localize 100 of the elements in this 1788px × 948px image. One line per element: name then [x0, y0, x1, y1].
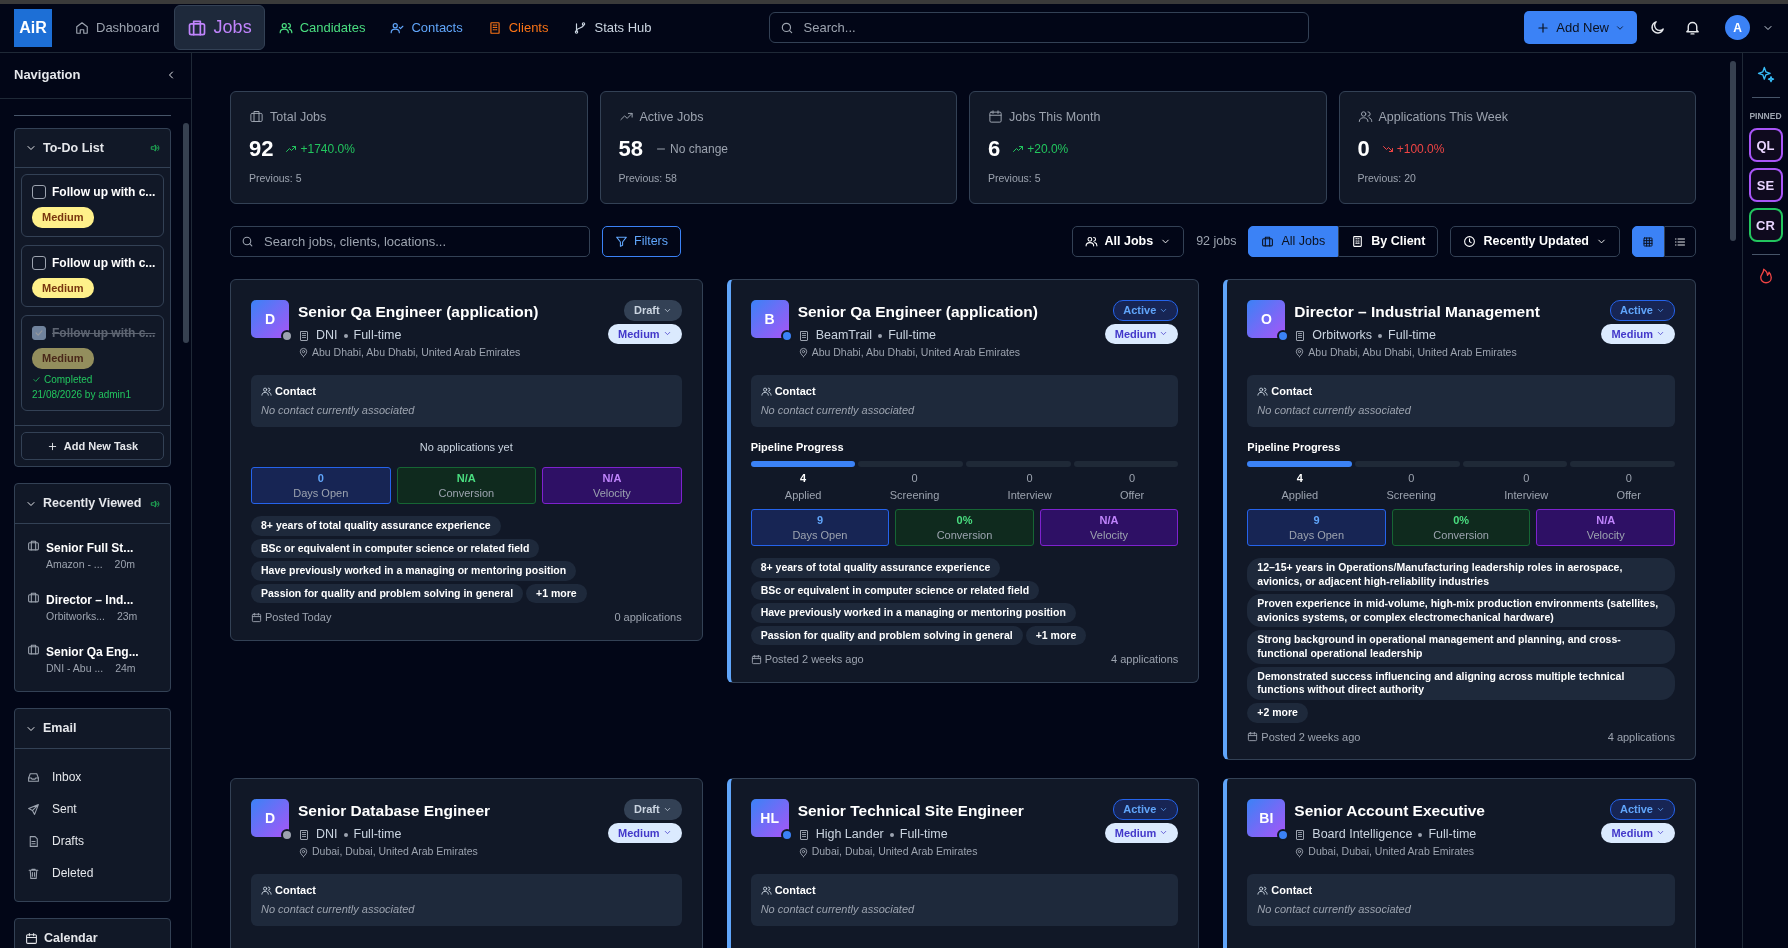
job-card[interactable]: D Senior Database Engineer DNI Full-time Dubai, Dubai, United Arab Emirates Draft Medium Contact No contact currently associated — [230, 778, 703, 948]
requirement-tag: 12–15+ years in Operations/Manufacturing leadership roles in aerospace, avionics, or adjacent high-reliability industries — [1247, 557, 1675, 592]
job-card[interactable]: HL Senior Technical Site Engineer High Lander Full-time Dubai, Dubai, United Arab Emirates Active Medium Contact No contact currently associated — [726, 778, 1200, 948]
logo[interactable]: AiR — [14, 8, 52, 47]
job-search-input[interactable]: Search jobs, clients, locations... — [262, 230, 579, 253]
stage-label: Offer — [1615, 487, 1642, 503]
email-folder[interactable]: Sent — [27, 793, 158, 826]
recent-item[interactable]: Director – Ind... Orbitworks... 23m — [27, 581, 158, 634]
email-folder[interactable]: Deleted — [27, 857, 158, 890]
priority-dropdown[interactable]: Medium — [1601, 822, 1675, 844]
pinned-item[interactable]: CR — [1748, 208, 1783, 243]
nav-tab[interactable]: Candidates — [267, 9, 377, 47]
users-icon — [1084, 235, 1098, 249]
task-card[interactable]: Follow up with c... Medium — [21, 174, 164, 237]
job-count: 92 jobs — [1196, 233, 1237, 251]
job-title[interactable]: Senior Account Executive — [1294, 799, 1596, 823]
pinned-item[interactable]: SE — [1748, 168, 1783, 203]
email-folder[interactable]: Drafts — [27, 825, 158, 858]
job-location: Abu Dhabi, Abu Dhabi, United Arab Emirates — [1308, 345, 1517, 361]
panel-title[interactable]: Recently Viewed — [43, 494, 142, 514]
grouping-tab[interactable]: By Client — [1338, 226, 1439, 258]
recent-item[interactable]: Senior Qa Eng... DNI - Abu ... 24m — [27, 633, 158, 686]
job-card[interactable]: BI Senior Account Executive Board Intelligence Full-time Dubai, Dubai, United Arab Emirates Active Medium Contact No contact currently associated — [1223, 778, 1696, 948]
recent-item[interactable]: Senior Full St... Amazon - ... 20m — [27, 530, 158, 582]
requirement-tag: BSc or equivalent in computer science or related field — [251, 538, 540, 559]
job-card[interactable] — [1223, 279, 1696, 761]
status-dropdown[interactable]: Active — [1609, 300, 1675, 321]
more-tag[interactable]: +1 more — [526, 583, 587, 604]
task-card[interactable]: Follow up with c... Medium — [21, 244, 164, 308]
nav-tab[interactable]: Dashboard — [64, 9, 171, 47]
checkbox[interactable] — [32, 185, 46, 200]
stage-label: Interview — [1503, 487, 1550, 503]
search-input[interactable]: Search... — [801, 17, 1298, 39]
ai-assistant-button[interactable] — [1755, 64, 1776, 85]
sort-dropdown[interactable]: Recently Updated — [1450, 226, 1620, 258]
view-toggle[interactable] — [1664, 226, 1696, 258]
panel-title[interactable]: Email — [43, 719, 77, 739]
status-dropdown[interactable]: Draft — [624, 300, 682, 321]
panel-title[interactable]: To-Do List — [43, 138, 104, 158]
speaker-icon — [150, 498, 160, 509]
job-title[interactable]: Senior Qa Engineer (application) — [797, 300, 1099, 324]
status-dot — [281, 330, 293, 343]
job-card[interactable] — [726, 279, 1200, 683]
add-new-button[interactable]: Add New — [1524, 11, 1637, 45]
user-avatar[interactable]: A — [1725, 15, 1750, 41]
company-name: DNI — [316, 327, 338, 345]
owner-dropdown[interactable]: All Jobs — [1071, 226, 1185, 258]
company-avatar: O — [1247, 300, 1286, 339]
priority-dropdown[interactable]: Medium — [1104, 822, 1179, 844]
metric-label: Velocity — [1089, 527, 1129, 542]
priority-dropdown[interactable]: Medium — [608, 822, 682, 844]
priority-dropdown[interactable]: Medium — [608, 323, 682, 345]
email-folder[interactable]: Inbox — [27, 761, 158, 794]
status-dot — [780, 330, 793, 343]
scrollbar[interactable] — [1730, 60, 1736, 241]
notifications-button[interactable] — [1684, 19, 1701, 37]
stat-previous: Previous: 5 — [249, 171, 303, 187]
view-toggle[interactable] — [1632, 226, 1664, 258]
nav-tab[interactable]: Stats Hub — [562, 9, 663, 47]
theme-toggle[interactable] — [1649, 19, 1666, 37]
status-dropdown[interactable]: Active — [1113, 799, 1179, 820]
requirement-tag: Proven experience in mid-volume, high-mix production environments (satellites, avionics systems, or complex electromechanical hardware) — [1247, 594, 1675, 628]
location-icon — [1294, 846, 1306, 858]
nav-tab[interactable]: Contacts — [379, 9, 474, 47]
more-tag[interactable]: +2 more — [1247, 703, 1308, 723]
application-count: 0 applications — [614, 610, 682, 626]
checkbox[interactable] — [32, 255, 46, 270]
task-card[interactable]: Follow up with c... Medium Completed 21/08/2026 by admin1 — [21, 315, 164, 411]
status-dropdown[interactable]: Active — [1113, 300, 1179, 321]
search-field[interactable]: Search... — [768, 12, 1309, 44]
job-title[interactable]: Senior Database Engineer — [298, 799, 603, 823]
pipeline-title: Pipeline Progress — [750, 439, 845, 455]
add-task-button[interactable]: Add New Task — [21, 431, 164, 461]
employment-type: Full-time — [353, 826, 402, 844]
pinned-item[interactable]: QL — [1748, 128, 1783, 163]
stat-previous: Previous: 20 — [1357, 171, 1417, 187]
job-title[interactable]: Senior Qa Engineer (application) — [298, 300, 603, 324]
status-dropdown[interactable]: Draft — [624, 799, 682, 820]
status-dropdown[interactable]: Active — [1609, 799, 1675, 820]
location-icon — [1294, 347, 1306, 359]
filters-button[interactable]: Filters — [602, 226, 682, 258]
contact-title: Contact — [1271, 882, 1313, 898]
company-avatar: HL — [750, 799, 789, 838]
requirement-tag: Demonstrated success influencing and aligning across multiple technical functions without direct authority — [1247, 666, 1675, 701]
priority-dropdown[interactable]: Medium — [1601, 323, 1675, 345]
stat-label: Total Jobs — [270, 108, 327, 126]
posted-date: Posted 2 weeks ago — [1261, 729, 1361, 745]
job-card[interactable] — [230, 279, 703, 641]
priority-dropdown[interactable]: Medium — [1104, 323, 1179, 345]
more-tag[interactable]: +1 more — [1025, 625, 1087, 646]
job-search-field[interactable]: Search jobs, clients, locations... — [230, 226, 590, 258]
job-title[interactable]: Senior Technical Site Engineer — [797, 799, 1099, 823]
job-title[interactable]: Director – Industrial Management — [1294, 300, 1596, 324]
list-icon — [1674, 235, 1686, 248]
nav-tab[interactable]: Jobs — [173, 5, 265, 51]
location-icon — [298, 347, 309, 359]
nav-tab[interactable]: Clients — [476, 9, 560, 47]
grouping-tab[interactable]: All Jobs — [1248, 226, 1339, 258]
stage-count: 0 — [1407, 471, 1416, 487]
job-location: Dubai, Dubai, United Arab Emirates — [811, 844, 978, 860]
